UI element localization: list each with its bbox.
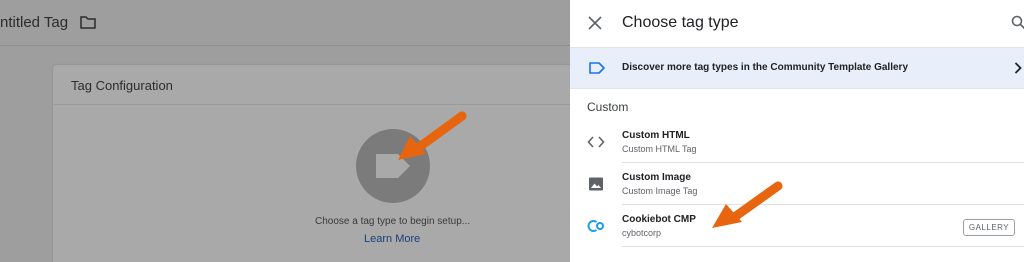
close-icon[interactable]: [588, 16, 602, 30]
card-header: Tag Configuration: [53, 65, 570, 105]
tag-type-custom-image[interactable]: Custom Image Custom Image Tag: [570, 164, 1024, 205]
section-label-custom: Custom: [587, 100, 629, 114]
cookiebot-logo-icon: [587, 220, 604, 232]
gallery-badge: GALLERY: [963, 219, 1015, 236]
tag-outline-icon: [589, 62, 605, 74]
choose-tag-type-button[interactable]: [356, 129, 430, 203]
panel-header: Choose tag type: [570, 0, 1024, 47]
choose-tag-type-panel: Choose tag type Discover more tag types …: [570, 0, 1024, 262]
setup-hint: Choose a tag type to begin setup...: [315, 216, 471, 227]
chevron-right-icon: [1014, 62, 1022, 74]
search-icon[interactable]: [1011, 15, 1024, 30]
panel-title: Choose tag type: [622, 14, 739, 31]
card-title: Tag Configuration: [71, 78, 173, 93]
tag-type-cookiebot-cmp[interactable]: Cookiebot CMP cybotcorp GALLERY: [570, 206, 1024, 247]
tag-type-title: Custom Image: [622, 172, 691, 183]
divider: [622, 246, 1024, 247]
learn-more-link[interactable]: Learn More: [364, 233, 420, 245]
tag-type-title: Custom HTML: [622, 130, 690, 141]
community-gallery-banner[interactable]: Discover more tag types in the Community…: [570, 47, 1024, 89]
gallery-banner-text: Discover more tag types in the Community…: [622, 62, 909, 73]
tag-configuration-card: Tag Configuration Choose a tag type to b…: [53, 65, 570, 262]
workspace-header: ntitled Tag: [0, 0, 570, 46]
folder-icon[interactable]: [80, 15, 96, 29]
tag-type-subtitle: Custom HTML Tag: [622, 144, 697, 154]
divider: [622, 204, 1024, 205]
tag-type-title: Cookiebot CMP: [622, 214, 696, 225]
tag-type-subtitle: Custom Image Tag: [622, 186, 698, 196]
tag-type-custom-html[interactable]: Custom HTML Custom HTML Tag: [570, 122, 1024, 163]
code-icon: [587, 136, 605, 148]
tag-name-title[interactable]: ntitled Tag: [0, 14, 68, 31]
image-icon: [589, 177, 603, 191]
tag-icon: [376, 154, 410, 178]
tag-type-subtitle: cybotcorp: [622, 228, 662, 238]
divider: [622, 162, 1024, 163]
tag-editor-workspace: ntitled Tag Tag Configuration Choose a t…: [0, 0, 570, 262]
